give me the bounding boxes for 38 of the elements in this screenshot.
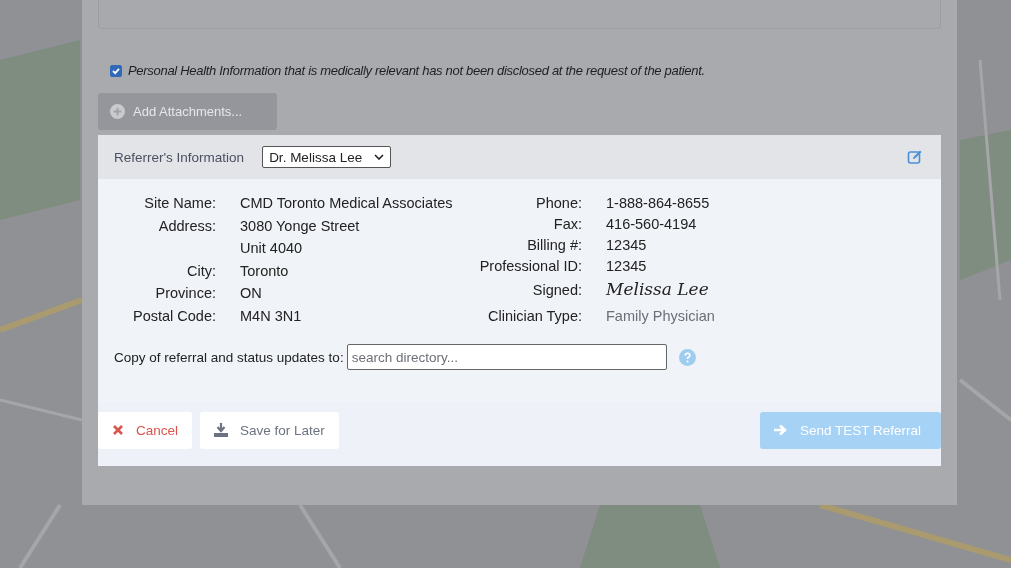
search-directory-field[interactable]: search directory... <box>346 344 667 370</box>
field-value: 3080 Yonge Street <box>240 217 361 234</box>
plus-circle-icon <box>110 104 125 119</box>
referrer-select[interactable]: Dr. Melissa Lee <box>262 146 392 168</box>
save-button[interactable]: Save for Later <box>200 411 339 449</box>
field-value: 416-560-4194 <box>606 216 698 232</box>
arrow-right-icon <box>774 424 788 436</box>
field-label: Fax: <box>552 216 582 232</box>
checkbox[interactable] <box>110 64 122 77</box>
field-value: Toronto <box>240 262 290 279</box>
panel-title: Referrer's Information <box>114 149 245 165</box>
field-label: Billing #: <box>526 237 582 253</box>
field-label: Phone: <box>535 195 582 211</box>
field-label: Signed: <box>531 282 582 298</box>
cancel-button[interactable]: Cancel <box>98 411 193 449</box>
close-icon <box>112 424 124 436</box>
field-value: 12345 <box>606 237 648 253</box>
edit-icon[interactable] <box>907 149 923 165</box>
field-label: Professional ID: <box>478 258 582 274</box>
field-label: City: <box>186 262 216 279</box>
field-value: 1-888-864-8655 <box>606 195 711 211</box>
field-label: Site Name: <box>143 195 216 211</box>
copy-label: Copy of referral and status updates to: <box>114 349 344 365</box>
chevron-icon <box>374 154 385 160</box>
download-icon <box>214 423 229 437</box>
field-label: Clinician Type: <box>486 308 582 324</box>
field-value: M4N 3N1 <box>240 307 303 324</box>
field-label: Address: <box>157 217 216 234</box>
field-label: Province: <box>154 285 216 301</box>
signature: Melissa Lee <box>606 279 710 299</box>
notice-text: Personal Health Information that is medically relevant has not been disclosed at the request of the patient. <box>128 63 705 78</box>
help-icon[interactable] <box>678 348 696 366</box>
field-value: ON <box>240 285 263 301</box>
field-value: 12345 <box>606 258 648 274</box>
field-value: Unit 4040 <box>240 240 304 256</box>
field-value: CMD Toronto Medical Associates <box>240 195 454 211</box>
field-value: Family Physician <box>606 307 715 324</box>
field-label: Postal Code: <box>131 307 216 324</box>
